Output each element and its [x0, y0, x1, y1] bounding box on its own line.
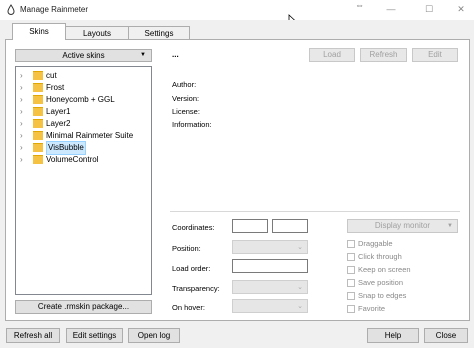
load-button[interactable]: Load: [309, 48, 355, 62]
dropdown-arrow-icon: ▼: [140, 52, 146, 58]
load-order-field[interactable]: [232, 259, 308, 273]
tree-item-frost[interactable]: › Frost: [18, 82, 148, 94]
y-coordinate-field[interactable]: [272, 219, 308, 233]
tree-item-layer1[interactable]: › Layer1: [18, 106, 148, 118]
position-dropdown[interactable]: ⌄: [232, 240, 308, 254]
license-label: License:: [172, 107, 200, 116]
folder-icon: [33, 71, 43, 80]
keep-on-screen-checkbox[interactable]: [347, 266, 355, 274]
version-label: Version:: [172, 94, 200, 103]
on-hover-label: On hover:: [172, 303, 205, 312]
tree-item-visbubble[interactable]: › VisBubble: [18, 141, 148, 155]
dropdown-arrow-icon: ▼: [447, 223, 453, 229]
chevron-right-icon[interactable]: ›: [20, 107, 23, 116]
window-title: Manage Rainmeter: [20, 5, 89, 14]
tree-item-label: VolumeControl: [46, 155, 99, 164]
folder-icon: [33, 95, 43, 104]
divider: [170, 211, 460, 212]
chevron-down-icon: ⌄: [297, 303, 303, 310]
open-log-button[interactable]: Open log: [128, 328, 180, 343]
folder-icon: [33, 143, 43, 152]
close-button[interactable]: Close: [424, 328, 468, 343]
chevron-down-icon: ⌄: [297, 244, 303, 251]
favorite-label: Favorite: [358, 304, 386, 313]
folder-icon: [33, 119, 43, 128]
chevron-right-icon[interactable]: ›: [20, 143, 23, 152]
chevron-right-icon[interactable]: ›: [20, 131, 23, 140]
close-window-button[interactable]: ✕: [452, 2, 470, 16]
author-label: Author:: [172, 80, 197, 89]
keep-on-screen-label: Keep on screen: [358, 265, 411, 274]
coordinates-label: Coordinates:: [172, 223, 215, 232]
x-coordinate-field[interactable]: [232, 219, 268, 233]
snap-to-edges-checkbox[interactable]: [347, 292, 355, 300]
resize-cursor-icon: ⇔: [355, 0, 364, 10]
active-skins-label: Active skins: [62, 51, 105, 60]
create-rmskin-package-button[interactable]: Create .rmskin package...: [15, 300, 152, 314]
draggable-label: Draggable: [358, 239, 393, 248]
display-monitor-label: Display monitor: [374, 221, 431, 230]
folder-icon: [33, 155, 43, 164]
help-button[interactable]: Help: [367, 328, 419, 343]
chevron-right-icon[interactable]: ›: [20, 95, 23, 104]
minimize-button[interactable]: —: [382, 2, 400, 16]
load-order-label: Load order:: [172, 264, 211, 273]
chevron-right-icon[interactable]: ›: [20, 155, 23, 164]
on-hover-dropdown[interactable]: ⌄: [232, 299, 308, 313]
tree-item-label: VisBubble: [46, 141, 86, 155]
tree-item-label: Layer1: [46, 107, 71, 116]
click-through-checkbox[interactable]: [347, 253, 355, 261]
click-through-label: Click through: [358, 252, 402, 261]
tree-item-label: Layer2: [46, 119, 71, 128]
transparency-label: Transparency:: [172, 284, 220, 293]
chevron-right-icon[interactable]: ›: [20, 71, 23, 80]
maximize-button[interactable]: ☐: [420, 2, 438, 16]
tree-item-label: cut: [46, 71, 57, 80]
refresh-all-button[interactable]: Refresh all: [6, 328, 60, 343]
rainmeter-app-icon: [6, 4, 16, 15]
save-position-checkbox[interactable]: [347, 279, 355, 287]
snap-to-edges-label: Snap to edges: [358, 291, 407, 300]
tab-skins[interactable]: Skins: [12, 23, 66, 40]
edit-button[interactable]: Edit: [412, 48, 458, 62]
tree-item-volumecontrol[interactable]: › VolumeControl: [18, 154, 148, 166]
tree-item-honeycomb[interactable]: › Honeycomb + GGL: [18, 94, 148, 106]
folder-icon: [33, 107, 43, 116]
folder-icon: [33, 83, 43, 92]
active-skins-button[interactable]: Active skins ▼: [15, 49, 152, 62]
tab-layouts[interactable]: Layouts: [64, 26, 130, 40]
tree-item-label: Honeycomb + GGL: [46, 95, 115, 104]
skins-tree[interactable]: › cut › Frost › Honeycomb + GGL › Layer1…: [15, 66, 152, 295]
chevron-right-icon[interactable]: ›: [20, 119, 23, 128]
tab-settings[interactable]: Settings: [128, 26, 190, 40]
transparency-dropdown[interactable]: ⌄: [232, 280, 308, 294]
chevron-down-icon: ⌄: [297, 284, 303, 291]
folder-icon: [33, 131, 43, 140]
edit-settings-button[interactable]: Edit settings: [66, 328, 123, 343]
draggable-checkbox[interactable]: [347, 240, 355, 248]
favorite-checkbox[interactable]: [347, 305, 355, 313]
chevron-right-icon[interactable]: ›: [20, 83, 23, 92]
tree-item-cut[interactable]: › cut: [18, 70, 148, 82]
display-monitor-button[interactable]: Display monitor ▼: [347, 219, 458, 233]
save-position-label: Save position: [358, 278, 404, 287]
tree-item-layer2[interactable]: › Layer2: [18, 118, 148, 130]
tree-item-label: Frost: [46, 83, 65, 92]
position-label: Position:: [172, 244, 201, 253]
refresh-button[interactable]: Refresh: [360, 48, 407, 62]
skin-name: ...: [172, 50, 179, 59]
information-label: Information:: [172, 120, 212, 129]
